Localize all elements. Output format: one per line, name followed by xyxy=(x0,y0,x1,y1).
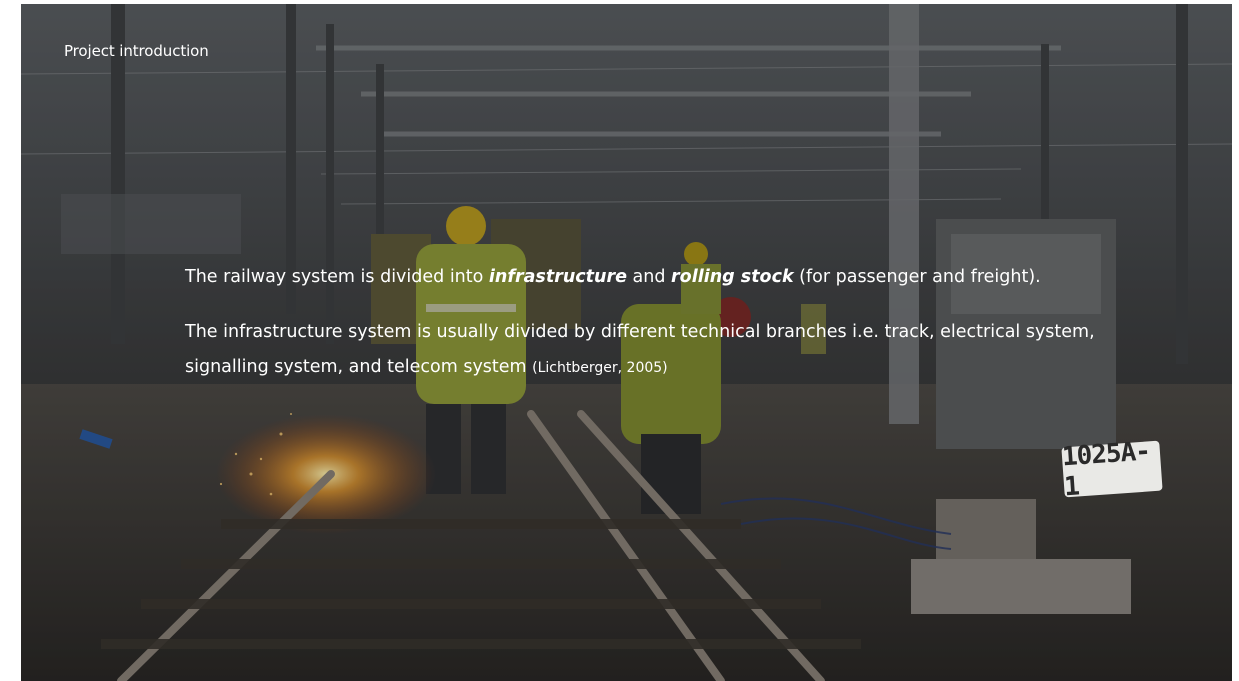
p1-text-a: The railway system is divided into xyxy=(185,267,489,287)
p1-text-c: (for passenger and freight). xyxy=(793,267,1041,287)
section-title: Project introduction xyxy=(64,42,209,60)
slide-body: The railway system is divided into infra… xyxy=(185,260,1115,406)
p2-citation: (Lichtberger, 2005) xyxy=(532,360,668,376)
slide: 1025A-1 Project introduction The railway… xyxy=(21,4,1232,681)
paragraph-infrastructure-branches: The infrastructure system is usually div… xyxy=(185,315,1115,386)
track-sign: 1025A-1 xyxy=(1061,436,1163,502)
paragraph-railway-division: The railway system is divided into infra… xyxy=(185,260,1115,295)
p1-bold-infrastructure: infrastructure xyxy=(488,267,627,287)
p1-text-b: and xyxy=(626,267,672,287)
p1-bold-rolling-stock: rolling stock xyxy=(671,267,794,287)
